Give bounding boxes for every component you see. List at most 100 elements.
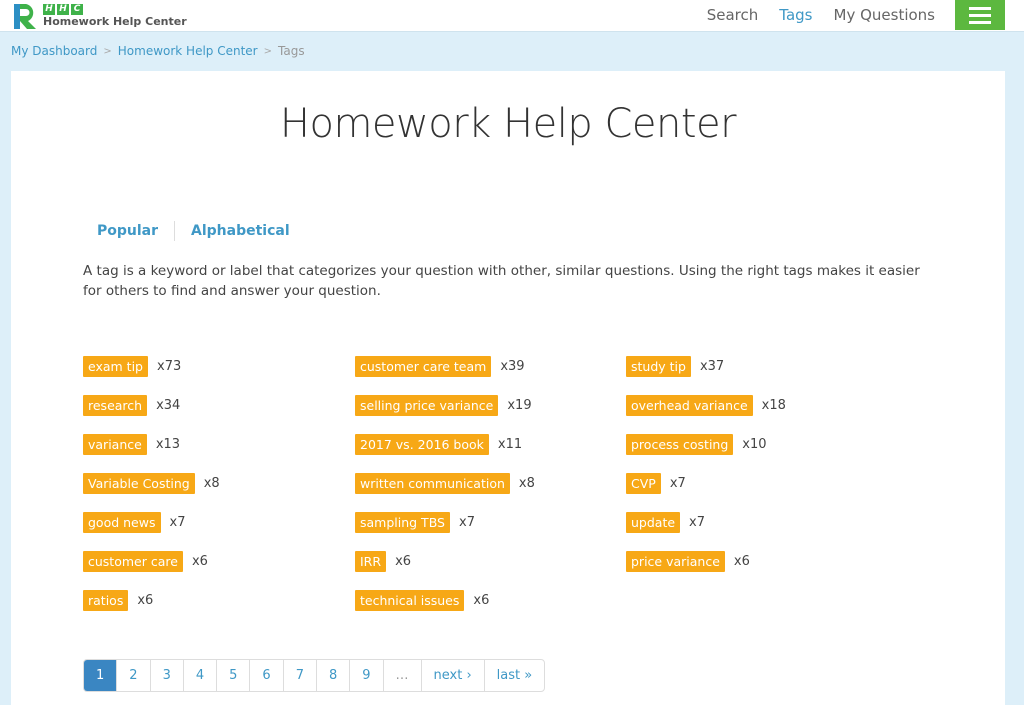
- tag-count: x6: [137, 593, 154, 608]
- tag-count: x37: [699, 359, 725, 374]
- tag-count: x39: [500, 359, 525, 374]
- tag-row: ratios x6: [83, 581, 220, 620]
- page-6-button[interactable]: 6: [249, 660, 282, 691]
- page-8-button[interactable]: 8: [315, 660, 349, 691]
- tag-row: good news x7: [83, 503, 220, 542]
- tag-link[interactable]: variance: [83, 434, 147, 455]
- tag-count: x7: [689, 515, 706, 530]
- tag-link[interactable]: study tip: [626, 356, 691, 377]
- last-page-button[interactable]: last »: [483, 660, 545, 691]
- tag-column-2: customer care team x39 selling price vari…: [355, 347, 535, 620]
- logo-badge-letter: C: [71, 4, 83, 15]
- tag-link[interactable]: CVP: [626, 473, 661, 494]
- tag-link[interactable]: Variable Costing: [83, 473, 195, 494]
- hamburger-menu-icon: [969, 6, 991, 10]
- breadcrumb-my-dashboard[interactable]: My Dashboard: [11, 44, 97, 58]
- tag-link[interactable]: ratios: [83, 590, 129, 611]
- tag-count: x11: [497, 437, 523, 452]
- tag-link[interactable]: good news: [83, 512, 161, 533]
- tag-row: research x34: [83, 386, 220, 425]
- tag-row: exam tip x73: [83, 347, 220, 386]
- tag-row: customer care team x39: [355, 347, 535, 386]
- tag-count: x73: [157, 359, 182, 374]
- tab-popular[interactable]: Popular: [97, 223, 158, 239]
- tag-column-3: study tip x37 overhead variance x18 proces…: [626, 347, 786, 581]
- nav-search[interactable]: Search: [707, 6, 759, 24]
- main-nav: Search Tags My Questions: [686, 0, 935, 30]
- nav-tags[interactable]: Tags: [779, 6, 812, 24]
- page-5-button[interactable]: 5: [216, 660, 249, 691]
- tag-row: price variance x6: [626, 542, 786, 581]
- hamburger-menu-icon: [969, 13, 991, 17]
- tag-row: CVP x7: [626, 464, 786, 503]
- breadcrumb: My Dashboard > Homework Help Center > Ta…: [11, 44, 305, 58]
- logo-icon: [14, 4, 36, 29]
- hamburger-menu-button[interactable]: [955, 0, 1005, 30]
- tag-count: x8: [203, 476, 220, 491]
- tag-count: x10: [742, 437, 767, 452]
- tag-row: sampling TBS x7: [355, 503, 535, 542]
- page-7-button[interactable]: 7: [282, 660, 316, 691]
- breadcrumb-current: Tags: [278, 44, 305, 58]
- tab-divider: [174, 221, 176, 241]
- breadcrumb-separator-icon: >: [103, 45, 112, 57]
- site-logo[interactable]: H H C Homework Help Center: [11, 2, 187, 30]
- tag-link[interactable]: process costing: [626, 434, 734, 455]
- tag-row: 2017 vs. 2016 book x11: [355, 425, 535, 464]
- tag-count: x13: [155, 437, 181, 452]
- pagination: 1 2 3 4 5 6 7 8 9 … next › last »: [83, 659, 546, 692]
- tag-link[interactable]: technical issues: [355, 590, 465, 611]
- page-3-button[interactable]: 3: [149, 660, 183, 691]
- tag-link[interactable]: customer care: [83, 551, 183, 572]
- tag-link[interactable]: customer care team: [355, 356, 492, 377]
- tag-row: IRR x6: [355, 542, 535, 581]
- tag-link[interactable]: selling price variance: [355, 395, 499, 416]
- top-bar: H H C Homework Help Center Search Tags M…: [0, 0, 1024, 32]
- tag-count: x6: [191, 554, 208, 569]
- tag-count: x34: [156, 398, 181, 413]
- tag-row: update x7: [626, 503, 786, 542]
- tag-row: variance x13: [83, 425, 220, 464]
- tag-row: study tip x37: [626, 347, 786, 386]
- nav-my-questions[interactable]: My Questions: [834, 6, 936, 24]
- tag-link[interactable]: research: [83, 395, 148, 416]
- tab-alphabetical[interactable]: Alphabetical: [191, 223, 290, 239]
- tag-row: process costing x10: [626, 425, 786, 464]
- hamburger-menu-icon: [969, 20, 991, 24]
- tag-count: x6: [733, 554, 750, 569]
- tag-count: x18: [761, 398, 786, 413]
- tag-row: overhead variance x18: [626, 386, 786, 425]
- tag-row: written communication x8: [355, 464, 535, 503]
- page-title: Homework Help Center: [279, 101, 737, 147]
- tags-description: A tag is a keyword or label that categor…: [83, 263, 920, 299]
- tag-row: technical issues x6: [355, 581, 535, 620]
- tag-column-1: exam tip x73 research x34 variance x13 Vari…: [83, 347, 220, 620]
- tag-link[interactable]: overhead variance: [626, 395, 753, 416]
- logo-name: Homework Help Center: [43, 15, 187, 28]
- tag-link[interactable]: exam tip: [83, 356, 148, 377]
- tag-row: selling price variance x19: [355, 386, 535, 425]
- tag-count: x19: [507, 398, 532, 413]
- tag-count: x7: [169, 515, 186, 530]
- tag-row: customer care x6: [83, 542, 220, 581]
- logo-badge-letter: H: [57, 4, 69, 15]
- tag-row: Variable Costing x8: [83, 464, 220, 503]
- page-1-button[interactable]: 1: [84, 660, 117, 691]
- page-4-button[interactable]: 4: [182, 660, 216, 691]
- tag-count: x7: [669, 476, 686, 491]
- tag-link[interactable]: update: [626, 512, 681, 533]
- tag-link[interactable]: 2017 vs. 2016 book: [355, 434, 489, 455]
- page-9-button[interactable]: 9: [349, 660, 382, 691]
- pagination-ellipsis: …: [382, 660, 421, 691]
- logo-badge-letter: H: [43, 4, 55, 15]
- tag-count: x6: [473, 593, 490, 608]
- breadcrumb-separator-icon: >: [263, 45, 273, 57]
- content-card: Homework Help Center Popular Alphabetica…: [11, 71, 1005, 705]
- breadcrumb-homework-help-center[interactable]: Homework Help Center: [118, 44, 258, 58]
- tag-link[interactable]: price variance: [626, 551, 725, 572]
- page-2-button[interactable]: 2: [116, 660, 149, 691]
- next-page-button[interactable]: next ›: [420, 660, 484, 691]
- tag-link[interactable]: IRR: [355, 551, 387, 572]
- tag-link[interactable]: written communication: [355, 473, 510, 494]
- tag-link[interactable]: sampling TBS: [355, 512, 450, 533]
